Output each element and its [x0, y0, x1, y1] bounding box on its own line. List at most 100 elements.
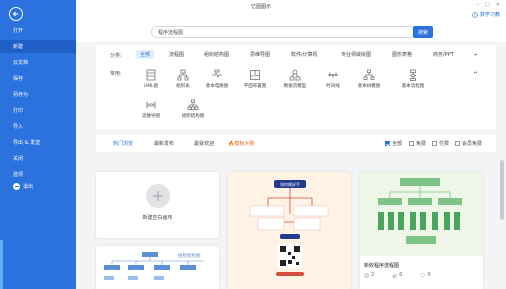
flowchart-thumbnail: [360, 172, 483, 256]
category-label: 分类:: [110, 53, 122, 59]
sidebar-item-open[interactable]: 打开: [0, 24, 76, 37]
tile-org-chart[interactable]: 组织结构图: [176, 99, 210, 119]
sidebar-item-save-as[interactable]: 另存为: [0, 88, 76, 101]
tile-tree[interactable]: 基本树模图: [352, 69, 386, 89]
scrollbar[interactable]: [500, 160, 504, 220]
tree-icon: [363, 69, 375, 80]
tab-popular[interactable]: 热门浏览: [113, 140, 133, 147]
new-blank-card[interactable]: 新建空白画布: [96, 172, 219, 238]
sidebar-item-label: 导出 & 发送: [13, 140, 41, 146]
sidebar-item-export[interactable]: 导出 & 发送: [0, 136, 76, 149]
tile-circuit[interactable]: 基本电路图: [200, 69, 234, 89]
checkbox-paid[interactable]: 付费: [432, 140, 449, 147]
tab-professional[interactable]: 专业领域绘图: [341, 50, 371, 59]
back-arrow-icon[interactable]: [9, 7, 23, 21]
tile-label: 组织结构图: [181, 114, 205, 119]
search-input[interactable]: 程序流程图: [151, 26, 415, 38]
tile-basic-flowchart[interactable]: 基本流程图: [396, 69, 430, 89]
login-label: 退出: [23, 184, 34, 190]
sidebar-item-new[interactable]: 新建: [0, 40, 76, 53]
tile-label: 平面布置图: [243, 84, 267, 89]
orgchart-title: 组织结构图: [178, 252, 201, 259]
maximize-icon[interactable]: □: [485, 2, 490, 8]
download-count-value: 2: [371, 272, 375, 278]
template-card-mindmap[interactable]: 如何做好手: [228, 172, 351, 289]
checkbox-member-free[interactable]: 会员免费: [455, 140, 482, 147]
checkbox-icon: [455, 141, 460, 146]
filter-bar: 热门浏览 最新发布 最受欢迎 🔥模板大赛 全部 免费 付费 会员免费: [96, 135, 496, 152]
sidebar-item-label: 另存为: [13, 92, 29, 98]
checkbox-free[interactable]: 免费: [409, 140, 426, 147]
tile-label: 基本树模图: [357, 84, 381, 89]
tab-business-ppt[interactable]: 商务/PPT: [433, 50, 454, 59]
help-icon: [472, 11, 478, 18]
tab-mind-map[interactable]: 思维导图: [250, 50, 270, 59]
sidebar-item-label: 新建: [13, 44, 24, 50]
tile-org-table[interactable]: 組织表: [166, 69, 200, 89]
sidebar-item-options[interactable]: 选项: [0, 168, 76, 181]
tab-graphic-tables[interactable]: 图形表格: [392, 50, 412, 59]
org-table-icon: [177, 69, 189, 81]
common-label: 常用:: [110, 71, 122, 77]
sidebar-item-save[interactable]: 保存: [0, 72, 76, 85]
tile-floor-plan[interactable]: 平面布置图: [238, 69, 272, 89]
sidebar-item-print[interactable]: 打印: [0, 104, 76, 117]
sidebar-item-label: 保存: [13, 76, 24, 82]
download-icon: [364, 272, 369, 278]
sidebar-item-close[interactable]: 关闭: [0, 152, 76, 165]
flowchart-icon: [409, 69, 417, 81]
login-button[interactable]: 退出: [13, 183, 33, 190]
tile-mind-map[interactable]: 思维导图: [134, 99, 168, 119]
sidebar-item-label: 打印: [13, 108, 24, 114]
data-flow-icon: [289, 69, 301, 81]
favorite-count: 0: [420, 272, 431, 278]
like-count-value: 0: [399, 272, 403, 278]
checkbox-label: 会员免费: [462, 141, 483, 147]
help-link-label: 数学习教: [479, 12, 500, 18]
tab-all[interactable]: 全部: [136, 50, 155, 59]
chevron-down-icon[interactable]: [473, 52, 478, 57]
favorite-count-value: 0: [427, 272, 431, 278]
like-icon: [393, 273, 397, 278]
mindmap-thumbnail: 如何做好手: [249, 180, 329, 276]
help-link[interactable]: 数学习教: [472, 11, 500, 18]
checkbox-label: 全部: [392, 141, 403, 147]
tile-label: 組织表: [176, 84, 190, 89]
sidebar-item-label: 关闭: [13, 156, 24, 162]
edge-strip: [0, 240, 3, 289]
sidebar-item-label: 云文档: [13, 60, 29, 66]
sidebar-item-cloud[interactable]: 云文档: [0, 56, 76, 69]
user-avatar-icon: [13, 183, 20, 190]
minimize-icon[interactable]: –: [477, 2, 480, 8]
tab-flowchart[interactable]: 流程图: [169, 50, 184, 59]
tab-contest[interactable]: 🔥模板大赛: [228, 140, 254, 147]
sidebar-item-import[interactable]: 导入: [0, 120, 76, 133]
floor-plan-icon: [250, 70, 260, 80]
heart-icon: [420, 273, 426, 277]
template-card-flowchart[interactable]: 新收程序流程图 2 0 0: [360, 172, 483, 289]
tile-label: UML图: [143, 84, 159, 89]
tile-label: 思维导图: [142, 114, 160, 119]
tab-favorite[interactable]: 最受欢迎: [194, 140, 214, 147]
sidebar-item-label: 打开: [13, 28, 24, 34]
tab-org-chart[interactable]: 组织结构图: [204, 50, 229, 59]
tile-label: 数据流模型: [283, 84, 307, 89]
tile-timeline[interactable]: 时间线: [316, 69, 350, 89]
tab-contest-label: 模板大赛: [234, 141, 255, 147]
tile-uml[interactable]: UML图: [134, 69, 168, 89]
checkbox-label: 付费: [439, 141, 450, 147]
tile-data-flow[interactable]: 数据流模型: [278, 69, 312, 89]
checkbox-all[interactable]: 全部: [385, 140, 402, 147]
category-panel: 分类: 全部 流程图 组织结构图 思维导图 软件/计算机 专业领域绘图 图形表格…: [96, 45, 496, 129]
tab-software[interactable]: 软件/计算机: [291, 50, 318, 59]
chevron-up-icon[interactable]: [473, 70, 478, 75]
search-button[interactable]: 搜索: [413, 26, 433, 38]
search-input-value: 程序流程图: [158, 30, 184, 36]
plus-icon: [146, 184, 170, 208]
checkbox-icon: [385, 141, 390, 146]
close-icon[interactable]: ✕: [496, 2, 500, 8]
title-bar: 亿图图示 – □ ✕ 数学习教: [76, 0, 506, 20]
search-row: 程序流程图 搜索: [76, 20, 506, 42]
template-card-orgchart[interactable]: 组织结构图: [96, 246, 219, 289]
tab-latest[interactable]: 最新发布: [154, 140, 174, 147]
